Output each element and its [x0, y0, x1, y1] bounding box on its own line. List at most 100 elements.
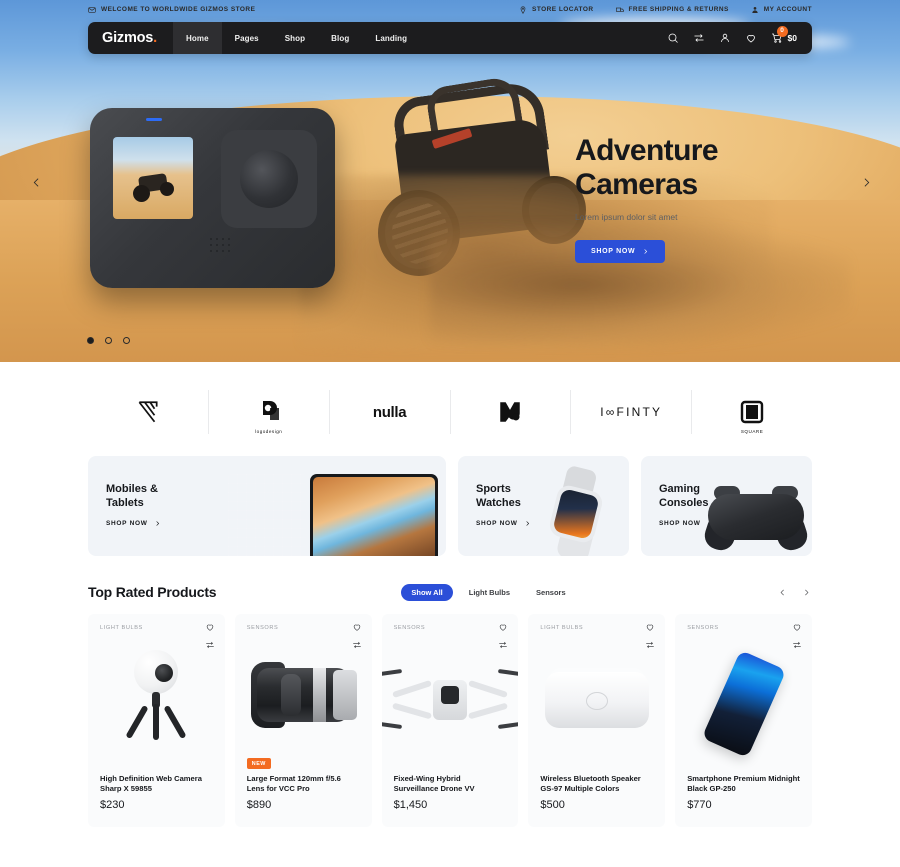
- account-button[interactable]: [719, 32, 731, 44]
- category-card-sports-watches[interactable]: Sports Watches SHOP NOW: [458, 456, 629, 556]
- store-locator-label: STORE LOCATOR: [532, 6, 594, 13]
- hero-dot-2[interactable]: [105, 337, 112, 344]
- hero-dot-1[interactable]: [87, 337, 94, 344]
- truck-icon: [615, 7, 624, 12]
- product-grid: LIGHT BULBS High Definition Web Camera S…: [88, 614, 812, 827]
- chevron-left-icon: [780, 589, 784, 595]
- brand-slashline[interactable]: [88, 390, 209, 434]
- hero-prev-button[interactable]: [26, 172, 46, 192]
- section-title: Top Rated Products: [88, 584, 217, 600]
- compare-button[interactable]: [693, 32, 705, 44]
- nav-item-blog[interactable]: Blog: [318, 22, 362, 54]
- products-section-header: Top Rated Products Show All Light Bulbs …: [88, 580, 812, 604]
- heart-icon[interactable]: [352, 622, 362, 632]
- category-card-mobiles-tablets[interactable]: Mobiles & Tablets SHOP NOW: [88, 456, 446, 556]
- brand-infinty[interactable]: I∞FINTY: [571, 390, 693, 434]
- square-icon: [740, 400, 764, 424]
- wishlist-button[interactable]: [745, 32, 757, 44]
- category-title-line2: Consoles: [659, 497, 709, 509]
- category-cards: Mobiles & Tablets SHOP NOW Sports Watche…: [88, 456, 812, 556]
- heart-icon[interactable]: [498, 622, 508, 632]
- hero-subtitle: Lorem ipsum dolor sit amet: [575, 212, 678, 222]
- hero-next-button[interactable]: [856, 172, 876, 192]
- nav-links: Home Pages Shop Blog Landing: [173, 22, 420, 54]
- cart-button[interactable]: 0 $0: [771, 26, 797, 44]
- product-name: High Definition Web Camera Sharp X 59855: [100, 774, 202, 793]
- products-next-button[interactable]: [800, 586, 812, 598]
- cart-count-badge: 0: [776, 26, 788, 37]
- heart-icon[interactable]: [792, 622, 802, 632]
- filter-sensors[interactable]: Sensors: [526, 584, 576, 601]
- product-name: Large Format 120mm f/5.6 Lens for VCC Pr…: [246, 774, 341, 793]
- product-card[interactable]: SENSORS Fixed-Wing Hybrid Surveillance D…: [381, 614, 519, 827]
- category-title-line1: Mobiles &: [106, 483, 158, 495]
- site-logo[interactable]: Gizmos.: [88, 30, 173, 46]
- heart-icon[interactable]: [645, 622, 655, 632]
- chevron-right-icon: [804, 589, 808, 595]
- product-name: Smartphone Premium Midnight Black GP-250: [687, 774, 800, 793]
- filter-light-bulbs[interactable]: Light Bulbs: [459, 584, 520, 601]
- product-category: LIGHT BULBS: [100, 625, 143, 631]
- action-camera-graphic: [90, 108, 335, 288]
- heart-icon[interactable]: [205, 622, 215, 632]
- nav-item-pages[interactable]: Pages: [222, 22, 272, 54]
- product-category: LIGHT BULBS: [540, 625, 584, 631]
- hero-title-line2: Cameras: [575, 168, 698, 201]
- nav-item-home[interactable]: Home: [173, 22, 222, 54]
- welcome-message: WELCOME TO WORLDWIDE GIZMOS STORE: [88, 6, 255, 14]
- product-filter-tabs: Show All Light Bulbs Sensors: [401, 583, 576, 601]
- product-card[interactable]: LIGHT BULBS Wireless Bluetooth Speaker G…: [528, 614, 666, 827]
- filter-show-all[interactable]: Show All: [401, 583, 453, 601]
- category-title-line1: Sports: [476, 483, 511, 495]
- product-price: $500: [540, 799, 565, 811]
- category-shop-now-link[interactable]: SHOP NOW: [106, 520, 161, 527]
- chevron-right-icon: [864, 177, 869, 187]
- main-navigation-bar: Gizmos. Home Pages Shop Blog Landing 0 $…: [88, 22, 812, 54]
- product-card[interactable]: SENSORS NEW Large Format 120mm f/5.6 Len…: [234, 614, 372, 827]
- free-shipping-link[interactable]: FREE SHIPPING & RETURNS: [615, 6, 729, 14]
- hero-shop-now-button[interactable]: SHOP NOW: [575, 240, 666, 263]
- product-card[interactable]: LIGHT BULBS High Definition Web Camera S…: [88, 614, 225, 827]
- envelope-icon: [88, 6, 96, 13]
- store-locator-link[interactable]: STORE LOCATOR: [519, 5, 594, 14]
- hero-dot-3[interactable]: [123, 337, 130, 344]
- product-category: SENSORS: [687, 625, 719, 631]
- hero-title-line1: Adventure: [575, 134, 719, 167]
- category-card-gaming-consoles[interactable]: Gaming Consoles SHOP NOW: [641, 456, 812, 556]
- search-button[interactable]: [667, 32, 679, 44]
- brand-m-mark[interactable]: [451, 390, 572, 434]
- category-title: Gaming Consoles: [659, 482, 709, 510]
- category-title: Mobiles & Tablets: [106, 482, 158, 510]
- chevron-right-icon: [644, 249, 648, 254]
- products-prev-button[interactable]: [776, 586, 788, 598]
- nav-item-landing[interactable]: Landing: [362, 22, 420, 54]
- brand-logo-strip: logodesign nulla I∞FINTY SQUARE: [88, 376, 812, 448]
- products-carousel-nav: [776, 586, 812, 598]
- category-shop-now-link[interactable]: SHOP NOW: [476, 520, 531, 527]
- brand-square[interactable]: SQUARE: [692, 390, 812, 434]
- tablet-keyboard-graphic: [228, 474, 438, 556]
- hero-content: Adventure Cameras Lorem ipsum dolor sit …: [575, 134, 875, 263]
- product-price: $230: [100, 799, 125, 811]
- brand-logodesign[interactable]: logodesign: [209, 390, 330, 434]
- hero-carousel-dots: [87, 337, 130, 344]
- product-image: [88, 642, 225, 752]
- nav-item-shop[interactable]: Shop: [272, 22, 318, 54]
- product-image: [675, 642, 812, 759]
- heart-icon: [746, 35, 755, 43]
- top-utility-bar: WELCOME TO WORLDWIDE GIZMOS STORE STORE …: [0, 0, 900, 19]
- logo-dot: .: [153, 30, 158, 46]
- hero-banner: WELCOME TO WORLDWIDE GIZMOS STORE STORE …: [0, 0, 900, 362]
- product-image: [235, 642, 372, 752]
- category-title-line2: Tablets: [106, 497, 144, 509]
- compare-arrows-icon: [694, 34, 704, 42]
- product-new-badge: NEW: [246, 758, 271, 769]
- brand-infinty-label: I∞FINTY: [600, 405, 663, 419]
- brand-nulla[interactable]: nulla: [330, 390, 451, 434]
- product-price: $1,450: [393, 799, 428, 811]
- brand-square-label: SQUARE: [740, 429, 764, 434]
- product-card[interactable]: SENSORS Smartphone Premium Midnight Blac…: [675, 614, 812, 827]
- slashline-icon: [138, 401, 158, 423]
- product-price: $770: [687, 799, 712, 811]
- my-account-link[interactable]: MY ACCOUNT: [751, 6, 812, 14]
